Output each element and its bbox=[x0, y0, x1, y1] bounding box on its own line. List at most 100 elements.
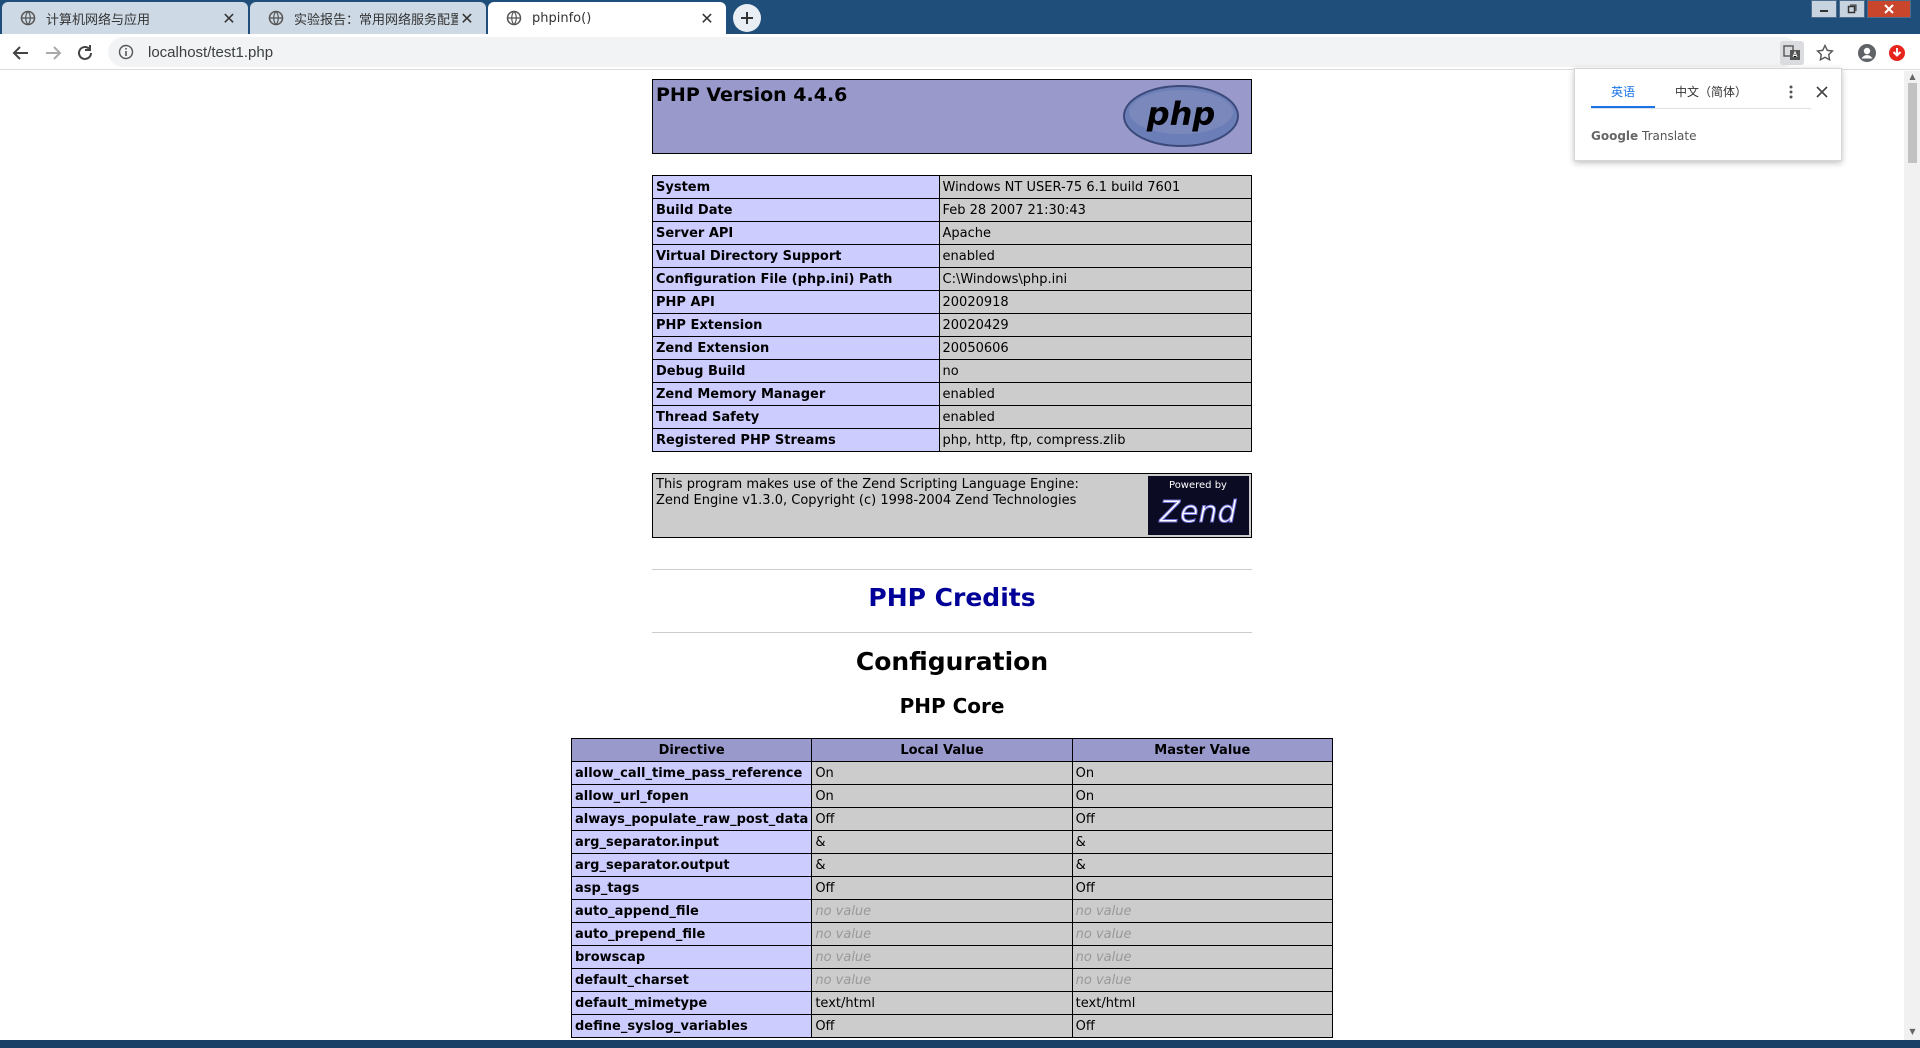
vertical-scrollbar[interactable]: ▲ ▼ bbox=[1904, 71, 1920, 1040]
table-row: allow_call_time_pass_reference On On bbox=[570, 761, 1334, 785]
minimize-button[interactable] bbox=[1811, 0, 1837, 18]
close-icon[interactable] bbox=[1816, 86, 1828, 98]
info-label: PHP Extension bbox=[652, 313, 940, 337]
directive-name: default_mimetype bbox=[570, 991, 813, 1015]
master-value-text: & bbox=[1075, 834, 1086, 850]
arrow-left-icon bbox=[12, 46, 28, 60]
translate-target-lang-tab[interactable]: 中文（简体） bbox=[1675, 83, 1747, 100]
local-value: no value bbox=[811, 968, 1073, 992]
master-value: On bbox=[1071, 761, 1334, 785]
table-row: PHP API 20020918 bbox=[652, 290, 1252, 314]
table-row: Server API Apache bbox=[652, 221, 1252, 245]
reload-button[interactable] bbox=[73, 41, 97, 65]
translate-popup: 英语 中文（简体） Google Translate bbox=[1574, 68, 1842, 161]
master-value: no value bbox=[1071, 945, 1334, 969]
tab-phpinfo[interactable]: phpinfo() ✕ bbox=[488, 2, 726, 34]
master-value-text: Off bbox=[1075, 811, 1095, 827]
local-value: Off bbox=[811, 876, 1073, 900]
table-row: System Windows NT USER-75 6.1 build 7601 bbox=[652, 175, 1252, 199]
info-value: no bbox=[938, 359, 1252, 383]
close-window-button[interactable] bbox=[1867, 0, 1911, 18]
info-value: 20050606 bbox=[938, 336, 1252, 360]
directive-name: arg_separator.output bbox=[570, 853, 813, 877]
info-value: Windows NT USER-75 6.1 build 7601 bbox=[938, 175, 1252, 199]
more-options-icon[interactable] bbox=[1788, 85, 1794, 99]
php-core-table: Directive Local Value Master Value allow… bbox=[570, 738, 1334, 1038]
translate-source-lang-tab[interactable]: 英语 bbox=[1591, 83, 1655, 108]
info-label: Server API bbox=[652, 221, 940, 245]
translate-icon bbox=[1783, 45, 1800, 60]
scrollbar-thumb[interactable] bbox=[1908, 83, 1917, 163]
local-value: no value bbox=[811, 922, 1073, 946]
close-icon bbox=[1884, 4, 1894, 14]
tab-lab-report[interactable]: 实验报告：常用网络服务配置-目 ✕ bbox=[250, 2, 486, 34]
tab-title: phpinfo() bbox=[532, 10, 592, 26]
local-value: On bbox=[811, 784, 1073, 808]
extension-button[interactable] bbox=[1885, 41, 1909, 65]
tab-computer-network[interactable]: 计算机网络与应用 ✕ bbox=[2, 2, 248, 34]
php-logo[interactable]: php bbox=[1122, 84, 1240, 148]
bookmark-button[interactable] bbox=[1813, 41, 1837, 65]
zend-logo[interactable]: Powered by Zend bbox=[1148, 476, 1249, 535]
local-value-text: no value bbox=[815, 903, 872, 919]
master-value: no value bbox=[1071, 899, 1334, 923]
php-credits-link[interactable]: PHP Credits bbox=[652, 583, 1252, 612]
table-row: default_charset no value no value bbox=[570, 968, 1334, 992]
zend-logo-powered: Powered by bbox=[1169, 480, 1227, 491]
directive-name: browscap bbox=[570, 945, 813, 969]
local-value-text: no value bbox=[815, 949, 872, 965]
info-icon[interactable] bbox=[118, 44, 134, 60]
plus-icon bbox=[741, 12, 753, 24]
tab-title: 计算机网络与应用 bbox=[46, 12, 151, 28]
configuration-heading: Configuration bbox=[855, 647, 1049, 676]
translate-lang-tabs: 英语 中文（简体） bbox=[1591, 83, 1811, 109]
table-row: arg_separator.output & & bbox=[570, 853, 1334, 877]
os-taskbar bbox=[0, 1040, 1920, 1048]
master-value: Off bbox=[1071, 1014, 1334, 1038]
scroll-up-icon[interactable]: ▲ bbox=[1908, 73, 1917, 81]
table-row: asp_tags Off Off bbox=[570, 876, 1334, 900]
back-button[interactable] bbox=[9, 41, 33, 65]
new-tab-button[interactable] bbox=[733, 4, 761, 32]
forward-button[interactable] bbox=[41, 41, 65, 65]
local-value-text: Off bbox=[815, 880, 835, 896]
table-row: always_populate_raw_post_data Off Off bbox=[570, 807, 1334, 831]
table-row: Thread Safety enabled bbox=[652, 405, 1252, 429]
info-value: 20020429 bbox=[938, 313, 1252, 337]
close-tab-icon[interactable]: ✕ bbox=[220, 9, 238, 28]
table-row: Build Date Feb 28 2007 21:30:43 bbox=[652, 198, 1252, 222]
url-text[interactable]: localhost/test1.php bbox=[148, 44, 273, 61]
google-brand: Google bbox=[1591, 129, 1639, 143]
info-value: enabled bbox=[938, 405, 1252, 429]
close-tab-icon[interactable]: ✕ bbox=[458, 9, 476, 28]
globe-icon bbox=[506, 10, 522, 26]
browser-toolbar: localhost/test1.php bbox=[0, 34, 1920, 70]
directive-name: allow_url_fopen bbox=[570, 784, 813, 808]
master-value: & bbox=[1071, 853, 1334, 877]
scroll-down-icon[interactable]: ▼ bbox=[1908, 1028, 1917, 1036]
address-bar[interactable]: localhost/test1.php bbox=[108, 37, 1798, 67]
close-tab-icon[interactable]: ✕ bbox=[698, 9, 716, 28]
master-value-text: no value bbox=[1075, 949, 1132, 965]
globe-icon bbox=[20, 10, 36, 26]
master-value: no value bbox=[1071, 922, 1334, 946]
tab-strip: 计算机网络与应用 ✕ 实验报告：常用网络服务配置-目 ✕ phpinfo() ✕ bbox=[0, 0, 1920, 34]
translate-page-button[interactable] bbox=[1780, 41, 1804, 65]
page-viewport: PHP Version 4.4.6 php System Windows NT U… bbox=[0, 71, 1904, 1040]
table-row: allow_url_fopen On On bbox=[570, 784, 1334, 808]
master-value-text: no value bbox=[1075, 972, 1132, 988]
extension-icon bbox=[1889, 45, 1905, 61]
table-row: Configuration File (php.ini) Path C:\Wind… bbox=[652, 267, 1252, 291]
info-label: Thread Safety bbox=[652, 405, 940, 429]
maximize-button[interactable] bbox=[1839, 0, 1865, 18]
zend-logo-text: Zend bbox=[1158, 495, 1237, 530]
profile-button[interactable] bbox=[1855, 41, 1879, 65]
table-row: auto_append_file no value no value bbox=[570, 899, 1334, 923]
directive-name: auto_append_file bbox=[570, 899, 813, 923]
table-row: Debug Build no bbox=[652, 359, 1252, 383]
local-value-text: On bbox=[815, 765, 834, 781]
local-value: On bbox=[811, 761, 1073, 785]
info-label: Debug Build bbox=[652, 359, 940, 383]
info-value: 20020918 bbox=[938, 290, 1252, 314]
arrow-right-icon bbox=[46, 46, 62, 60]
